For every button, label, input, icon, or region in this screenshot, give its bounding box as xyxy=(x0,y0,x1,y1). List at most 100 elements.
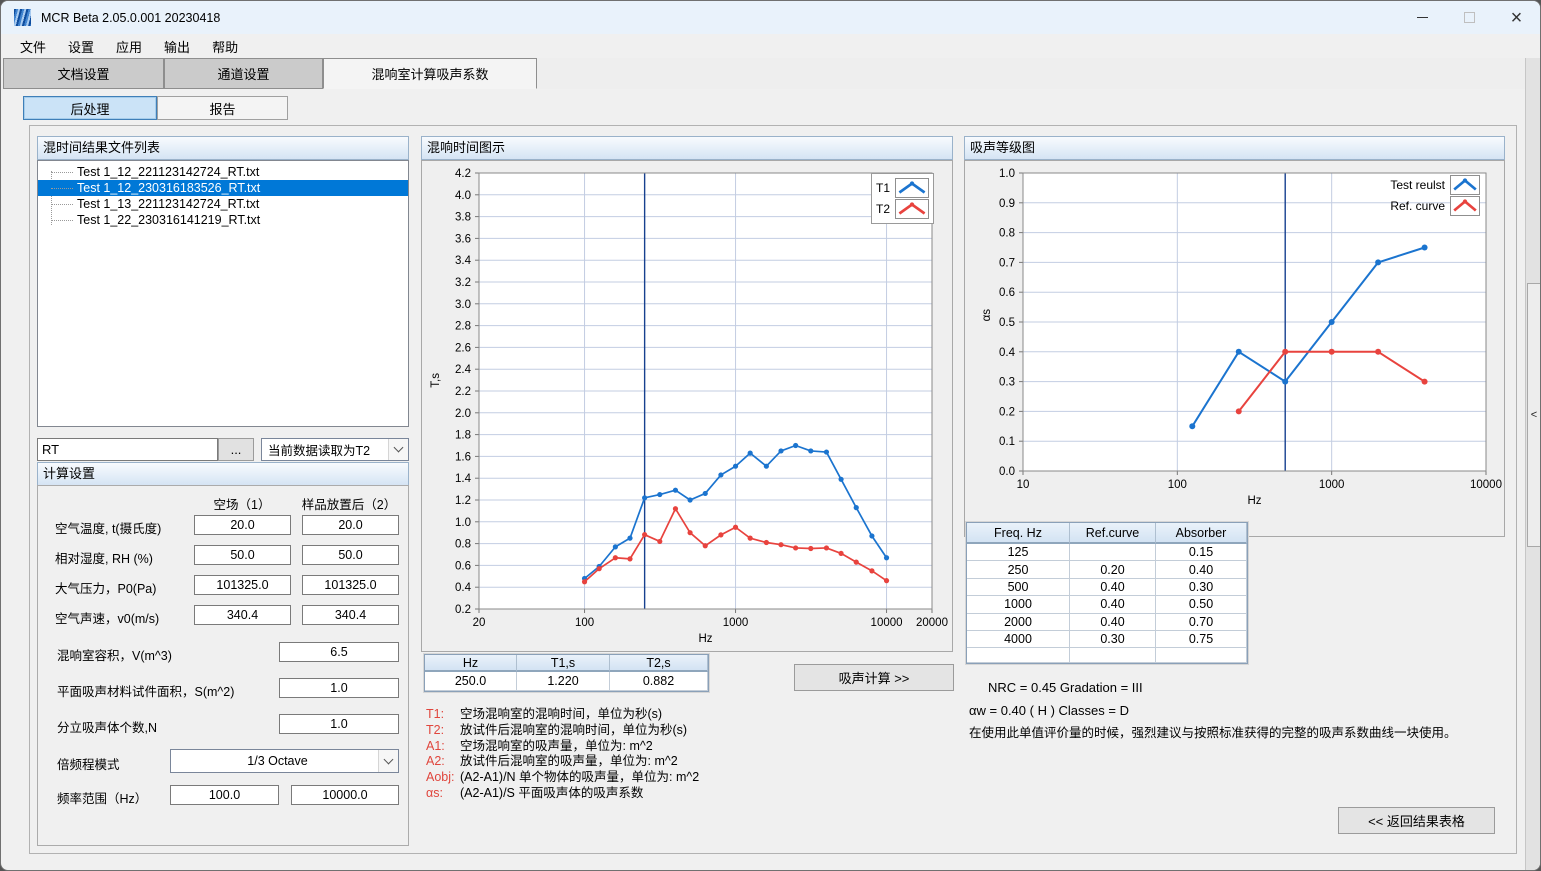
data-read-combo[interactable]: 当前数据读取为T2 xyxy=(261,438,409,461)
rt-chart-legend: T1 T2 xyxy=(871,173,934,224)
calc-single-0-label: 混响室容积，V(m^3) xyxy=(57,645,172,664)
note-key-4: Aobj: xyxy=(426,770,456,786)
calc-row-1-field-1[interactable] xyxy=(194,545,291,565)
calc-single-0-field[interactable] xyxy=(279,642,399,662)
subtab-postprocess[interactable]: 后处理 xyxy=(23,96,157,120)
absorption-cell-0-1 xyxy=(1070,544,1156,561)
window-title: MCR Beta 2.05.0.001 20230418 xyxy=(41,11,220,25)
calc-row-2-field-2[interactable] xyxy=(302,575,399,595)
col-header-empty-room: 空场（1） xyxy=(188,494,296,513)
back-to-results-button[interactable]: << 返回结果表格 xyxy=(1338,807,1495,834)
browse-button[interactable]: ... xyxy=(218,438,254,461)
chevron-down-icon[interactable] xyxy=(388,439,408,460)
absorption-table-row: 20000.400.70 xyxy=(967,614,1247,631)
absorption-calc-button[interactable]: 吸声计算 >> xyxy=(794,664,954,691)
absorption-col-2: Absorber xyxy=(1156,523,1247,544)
svg-text:1.0: 1.0 xyxy=(999,168,1015,180)
minimize-button[interactable] xyxy=(1399,1,1446,34)
grade-chart-panel-title: 吸声等级图 xyxy=(964,136,1505,160)
calc-row-0-field-1[interactable] xyxy=(194,515,291,535)
absorption-table-row xyxy=(967,648,1247,663)
absorption-cell-4-2: 0.70 xyxy=(1156,614,1247,631)
tab-document-settings[interactable]: 文档设置 xyxy=(3,58,164,89)
note-key-1: T2: xyxy=(426,723,456,739)
svg-text:1.4: 1.4 xyxy=(455,473,472,485)
svg-text:0.4: 0.4 xyxy=(455,582,472,594)
menu-item-4[interactable]: 帮助 xyxy=(201,34,249,58)
legend-notes: T1:空场混响室的混响时间，单位为秒(s)T2:放试件后混响室的混响时间，单位为… xyxy=(426,707,699,802)
absorption-cell-2-2: 0.30 xyxy=(1156,579,1247,596)
calc-row-1-field-2[interactable] xyxy=(302,545,399,565)
absorption-cell-6-0 xyxy=(967,648,1070,663)
svg-text:1000: 1000 xyxy=(1319,479,1345,491)
grade-chart-region: 0.00.10.20.30.40.50.60.70.80.91.01010010… xyxy=(964,160,1505,537)
mini-val-t2: 0.882 xyxy=(610,672,708,691)
subtab-report[interactable]: 报告 xyxy=(157,96,288,120)
svg-text:0.7: 0.7 xyxy=(999,257,1015,269)
calc-row-0-field-2[interactable] xyxy=(302,515,399,535)
calc-settings-panel-title: 计算设置 xyxy=(37,462,409,486)
file-list-item[interactable]: Test 1_13_221123142724_RT.txt xyxy=(38,196,408,212)
calc-row-3-field-2[interactable] xyxy=(302,605,399,625)
octave-mode-label: 倍频程模式 xyxy=(57,754,120,773)
alphaw-result-text: αw = 0.40 ( H ) Classes = D xyxy=(969,703,1129,718)
absorption-cell-0-0: 125 xyxy=(967,544,1070,561)
file-list-item[interactable]: Test 1_22_230316141219_RT.txt xyxy=(38,212,408,228)
menu-item-2[interactable]: 应用 xyxy=(105,34,153,58)
note-desc-2: 空场混响室的吸声量，单位为: m^2 xyxy=(460,739,653,753)
file-list-panel-title: 混时间结果文件列表 xyxy=(37,136,409,160)
rt-chart-region: 0.20.40.60.81.01.21.41.61.82.02.22.42.62… xyxy=(421,160,953,652)
absorption-table-row: 10000.400.50 xyxy=(967,596,1247,613)
rt-file-list[interactable]: Test 1_12_221123142724_RT.txtTest 1_12_2… xyxy=(37,160,409,427)
note-line-5: αs:(A2-A1)/S 平面吸声体的吸声系数 xyxy=(426,786,699,802)
minimize-icon xyxy=(1417,17,1428,18)
calc-single-2-field[interactable] xyxy=(279,714,399,734)
legend-label-test-result: Test reulst xyxy=(1390,178,1445,192)
svg-text:2.2: 2.2 xyxy=(455,386,471,398)
svg-text:3.2: 3.2 xyxy=(455,277,471,289)
absorption-table-row: 1250.15 xyxy=(967,544,1247,561)
absorption-cell-1-2: 0.40 xyxy=(1156,561,1247,578)
svg-text:3.4: 3.4 xyxy=(455,255,472,267)
svg-text:100: 100 xyxy=(575,617,594,629)
t2-series-icon xyxy=(895,199,929,219)
octave-mode-combo[interactable]: 1/3 Octave xyxy=(170,749,399,773)
absorption-cell-3-1: 0.40 xyxy=(1070,596,1156,613)
file-list-item[interactable]: Test 1_12_230316183526_RT.txt xyxy=(38,180,408,196)
note-line-4: Aobj:(A2-A1)/N 单个物体的吸声量，单位为: m^2 xyxy=(426,770,699,786)
svg-text:4.0: 4.0 xyxy=(455,190,471,202)
side-panel-strip: < xyxy=(1525,58,1541,871)
calc-settings-box: 空场（1） 样品放置后（2） 空气温度, t(摄氏度)相对湿度, RH (%)大… xyxy=(37,485,409,846)
svg-text:100: 100 xyxy=(1168,479,1187,491)
tab-channel-settings[interactable]: 通道设置 xyxy=(164,58,323,89)
col-header-with-sample: 样品放置后（2） xyxy=(292,494,406,513)
svg-text:0.8: 0.8 xyxy=(999,228,1015,240)
calc-row-3-label: 空气声速，v0(m/s) xyxy=(55,608,159,627)
close-button[interactable]: × xyxy=(1493,1,1540,34)
absorption-cell-6-1 xyxy=(1070,648,1156,663)
absorption-cell-5-0: 4000 xyxy=(967,631,1070,648)
menu-item-3[interactable]: 输出 xyxy=(153,34,201,58)
svg-text:0.6: 0.6 xyxy=(455,560,471,572)
chevron-down-icon[interactable] xyxy=(378,750,398,772)
file-list-item[interactable]: Test 1_12_221123142724_RT.txt xyxy=(38,164,408,180)
absorption-cell-3-0: 1000 xyxy=(967,596,1070,613)
svg-text:1.6: 1.6 xyxy=(455,451,471,463)
calc-single-1-field[interactable] xyxy=(279,678,399,698)
calc-row-3-field-1[interactable] xyxy=(194,605,291,625)
freq-min-field[interactable] xyxy=(170,785,279,805)
side-panel-toggle[interactable]: < xyxy=(1527,283,1541,547)
calc-row-2-field-1[interactable] xyxy=(194,575,291,595)
freq-max-field[interactable] xyxy=(291,785,399,805)
mini-col-t2: T2,s xyxy=(610,655,708,672)
svg-text:3.6: 3.6 xyxy=(455,233,471,245)
advice-text: 在使用此单值评价量的时候，强烈建议与按照标准获得的完整的吸声系数曲线一块使用。 xyxy=(969,722,1457,741)
menu-item-0[interactable]: 文件 xyxy=(9,34,57,58)
tab-reverb-absorption[interactable]: 混响室计算吸声系数 xyxy=(323,58,537,89)
menu-item-1[interactable]: 设置 xyxy=(57,34,105,58)
rt-suffix-input[interactable] xyxy=(37,438,218,461)
note-key-0: T1: xyxy=(426,707,456,723)
maximize-button[interactable] xyxy=(1446,1,1493,34)
tab-bar: 文档设置 通道设置 混响室计算吸声系数 xyxy=(1,58,1540,89)
note-desc-1: 放试件后混响室的混响时间，单位为秒(s) xyxy=(460,723,687,737)
